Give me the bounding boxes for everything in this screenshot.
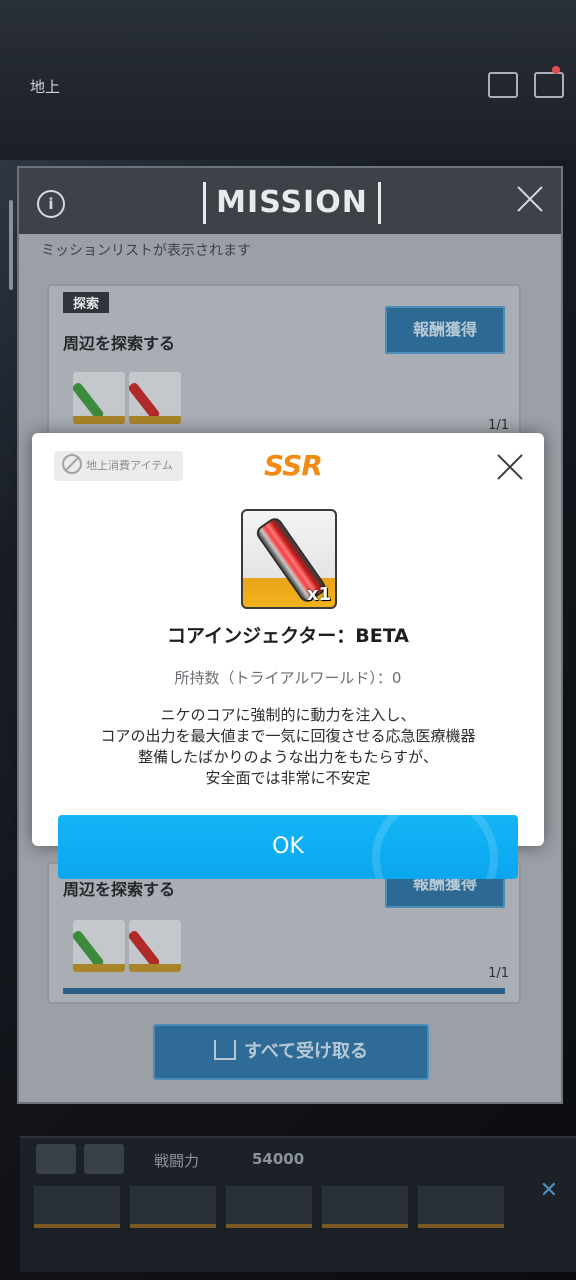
scroll-indicator [9, 200, 13, 290]
description-line: 整備したばかりのような出力をもたらすが、 [138, 748, 438, 766]
squad-unit[interactable] [130, 1186, 216, 1228]
button-decoration [372, 815, 498, 879]
squad-unit[interactable] [226, 1186, 312, 1228]
green-injector-icon [73, 929, 105, 969]
item-name: コアインジェクター：BETA [167, 625, 409, 647]
top-bar: 地上 [0, 0, 576, 160]
squad-close-icon[interactable]: ✕ [540, 1178, 558, 1203]
card-tag: 探索 [63, 292, 110, 313]
combat-power-label: 戦闘力 [154, 1152, 200, 1170]
squad-settings-button[interactable] [36, 1144, 76, 1174]
download-icon [213, 1040, 236, 1060]
ok-button[interactable]: OK [58, 815, 518, 879]
mission-count: 1/1 [488, 966, 509, 981]
red-injector-icon [129, 929, 161, 969]
item-category-badge: 地上消費アイテム [54, 451, 183, 481]
claim-all-label: すべて受け取る [243, 1041, 369, 1062]
ok-button-label: OK [272, 834, 304, 859]
squad-unit[interactable] [418, 1186, 504, 1228]
description-line: ニケのコアに強制的に動力を注入し、 [160, 706, 416, 724]
owned-count: 所持数（トライアルワールド）：0 [174, 669, 402, 687]
mission-progress-bar [63, 988, 505, 994]
ground-item-icon [62, 454, 82, 474]
item-category-label: 地上消費アイテム [86, 459, 173, 472]
item-quantity: x1 [306, 584, 331, 605]
reward-item-slot [73, 372, 125, 424]
mission-card: 周辺を探索する 報酬獲得 1/1 [47, 860, 521, 1004]
mission-subtitle: ミッションリストが表示されます [41, 243, 251, 259]
item-detail-dialog: 地上消費アイテム SSR x1 コアインジェクター：BETA 所持数（トライアル… [32, 433, 544, 846]
mail-icon[interactable] [488, 72, 518, 98]
squad-unit[interactable] [34, 1186, 120, 1228]
description-line: コアの出力を最大値まで一気に回復させる応急医療機器 [100, 727, 476, 745]
combat-power-value: 54000 [252, 1150, 305, 1168]
item-thumbnail: x1 [241, 509, 337, 609]
squad-bar: 戦闘力 54000 ✕ [20, 1136, 576, 1272]
red-injector-icon [129, 381, 161, 421]
mission-title: MISSION [203, 182, 381, 224]
card-title: 周辺を探索する [63, 880, 176, 899]
card-title: 周辺を探索する [63, 334, 176, 353]
claim-all-button[interactable]: すべて受け取る [153, 1024, 429, 1080]
description-line: 安全面では非常に不安定 [205, 769, 371, 787]
reward-button[interactable]: 報酬獲得 [385, 306, 505, 354]
mission-count: 1/1 [488, 418, 509, 433]
reward-item-slot [129, 372, 181, 424]
menu-grid-icon[interactable] [534, 72, 564, 98]
dialog-close-icon[interactable] [496, 453, 524, 481]
mission-header: i MISSION [19, 168, 561, 234]
info-icon[interactable]: i [37, 190, 65, 218]
squad-unit[interactable] [322, 1186, 408, 1228]
reward-item-slot [129, 920, 181, 972]
green-injector-icon [73, 381, 105, 421]
squad-edit-button[interactable] [84, 1144, 124, 1174]
item-description: ニケのコアに強制的に動力を注入し、 コアの出力を最大値まで一気に回復させる応急医… [32, 705, 544, 789]
reward-item-slot [73, 920, 125, 972]
mission-card: 探索 周辺を探索する 報酬獲得 1/1 [47, 284, 521, 448]
location-label: 地上 [30, 78, 61, 96]
notification-dot [552, 66, 560, 74]
mission-close-icon[interactable] [515, 184, 545, 214]
rarity-badge: SSR [264, 449, 323, 482]
